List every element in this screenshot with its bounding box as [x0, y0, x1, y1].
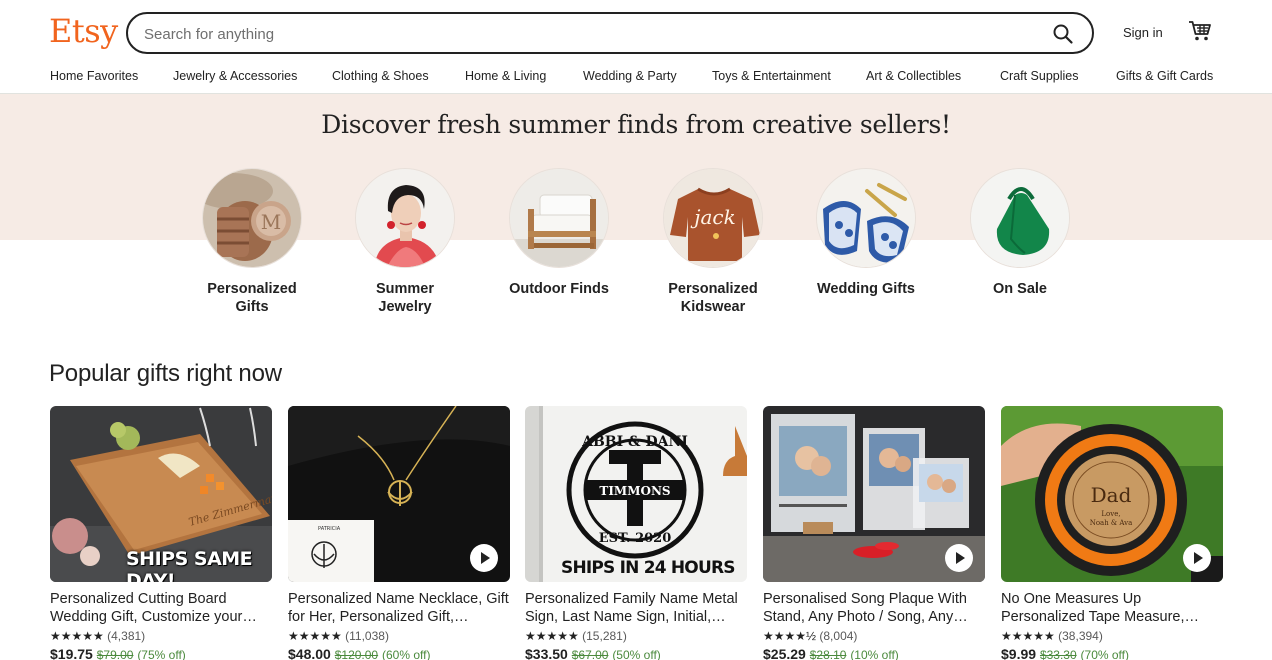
category-image-personalized-kidswear[interactable]: jack: [663, 168, 763, 268]
product-rating: ★★★★★ (11,038): [288, 629, 389, 643]
product-price: $19.75 $79.00 (75% off): [50, 646, 186, 660]
category-image-on-sale[interactable]: [970, 168, 1070, 268]
svg-text:Noah & Ava: Noah & Ava: [1090, 519, 1133, 527]
svg-text:TIMMONS: TIMMONS: [599, 484, 670, 498]
nav-item-home-favorites[interactable]: Home Favorites: [50, 69, 138, 83]
product-rating: ★★★★★ (4,381): [50, 629, 146, 643]
product-card-song-plaque[interactable]: Personalised Song Plaque With Stand, Any…: [763, 406, 985, 660]
play-video-button[interactable]: [1183, 544, 1211, 572]
cart-icon[interactable]: [1188, 20, 1212, 42]
product-image[interactable]: The Zimmerman's SHIPS SAME DAY!: [50, 406, 272, 582]
category-image-wedding-gifts[interactable]: [816, 168, 916, 268]
category-label: Outdoor Finds: [509, 281, 609, 297]
play-video-button[interactable]: [470, 544, 498, 572]
nav-item-craft-supplies[interactable]: Craft Supplies: [1000, 69, 1079, 83]
category-label: Personalized Kidswear: [668, 281, 758, 315]
category-label: Wedding Gifts: [816, 281, 915, 297]
category-personalized-gifts[interactable]: M Personalized Gifts: [177, 168, 327, 316]
site-header: Etsy Sign in: [0, 0, 1272, 64]
product-image[interactable]: PATRICIA: [288, 406, 510, 582]
nav-item-art-collectibles[interactable]: Art & Collectibles: [866, 69, 961, 83]
product-price: $25.29 $28.10 (10% off): [763, 646, 899, 660]
nav-item-clothing-shoes[interactable]: Clothing & Shoes: [332, 69, 429, 83]
product-price: $9.99 $33.30 (70% off): [1001, 646, 1129, 660]
svg-text:ABBI & DANI: ABBI & DANI: [581, 434, 688, 450]
product-price: $48.00 $120.00 (60% off): [288, 646, 431, 660]
nav-item-jewelry-accessories[interactable]: Jewelry & Accessories: [173, 69, 297, 83]
nav-item-gifts-gift-cards[interactable]: Gifts & Gift Cards: [1116, 69, 1213, 83]
product-title[interactable]: No One Measures Up Personalized Tape Mea…: [1001, 590, 1223, 626]
product-title[interactable]: Personalized Family Name Metal Sign, Las…: [525, 590, 747, 626]
product-card-cutting-board[interactable]: The Zimmerman's SHIPS SAME DAY! Personal…: [50, 406, 272, 660]
product-image[interactable]: ABBI & DANI TIMMONS EST. 2020 SHIPS IN 2…: [525, 406, 747, 582]
category-label: Summer Jewelry: [375, 281, 435, 315]
product-title[interactable]: Personalized Name Necklace, Gift for Her…: [288, 590, 510, 626]
category-image-personalized-gifts[interactable]: M: [202, 168, 302, 268]
banner-title: Discover fresh summer finds from creativ…: [321, 110, 951, 139]
search-icon[interactable]: [1052, 23, 1074, 45]
category-label: On Sale: [993, 281, 1047, 297]
product-title[interactable]: Personalized Cutting Board Wedding Gift,…: [50, 590, 272, 626]
product-rating: ★★★★★ (38,394): [1001, 629, 1103, 643]
product-card-family-sign[interactable]: ABBI & DANI TIMMONS EST. 2020 SHIPS IN 2…: [525, 406, 747, 660]
nav-item-toys-entertainment[interactable]: Toys & Entertainment: [712, 69, 831, 83]
search-bar[interactable]: [126, 12, 1094, 54]
sign-in-link[interactable]: Sign in: [1123, 25, 1163, 40]
product-image[interactable]: Dad Love, Noah & Ava: [1001, 406, 1223, 582]
play-video-button[interactable]: [945, 544, 973, 572]
category-outdoor-finds[interactable]: Outdoor Finds: [484, 168, 634, 298]
svg-text:PATRICIA: PATRICIA: [318, 526, 341, 532]
product-title[interactable]: Personalised Song Plaque With Stand, Any…: [763, 590, 985, 626]
search-input[interactable]: [144, 23, 1024, 45]
category-image-summer-jewelry[interactable]: [355, 168, 455, 268]
product-image[interactable]: [763, 406, 985, 582]
ships-same-day-overlay: SHIPS SAME DAY!: [126, 548, 253, 582]
category-on-sale[interactable]: On Sale: [945, 168, 1095, 298]
product-card-tape-measure[interactable]: Dad Love, Noah & Ava No One Measures Up …: [1001, 406, 1223, 660]
nav-item-home-living[interactable]: Home & Living: [465, 69, 546, 83]
section-title: Popular gifts right now: [49, 360, 282, 387]
sweater-name-text: jack: [690, 205, 735, 229]
nav-item-wedding-party[interactable]: Wedding & Party: [583, 69, 677, 83]
product-price: $33.50 $67.00 (50% off): [525, 646, 661, 660]
category-personalized-kidswear[interactable]: jack Personalized Kidswear: [638, 168, 788, 316]
category-wedding-gifts[interactable]: Wedding Gifts: [791, 168, 941, 298]
category-summer-jewelry[interactable]: Summer Jewelry: [330, 168, 480, 316]
category-image-outdoor-finds[interactable]: [509, 168, 609, 268]
svg-text:EST. 2020: EST. 2020: [599, 531, 672, 546]
monogram-text: M: [261, 210, 281, 234]
category-nav: Home Favorites Jewelry & Accessories Clo…: [0, 64, 1272, 94]
svg-text:Dad: Dad: [1091, 483, 1132, 507]
product-rating: ★★★★½ (8,004): [763, 629, 858, 643]
svg-text:Love,: Love,: [1101, 510, 1120, 518]
category-label: Personalized Gifts: [207, 281, 297, 315]
product-rating: ★★★★★ (15,281): [525, 629, 627, 643]
etsy-logo[interactable]: Etsy: [49, 12, 118, 50]
ships-24-hours-overlay: SHIPS IN 24 HOURS: [561, 558, 735, 578]
product-card-name-necklace[interactable]: PATRICIA Personalized Name Necklace, Gif…: [288, 406, 510, 660]
